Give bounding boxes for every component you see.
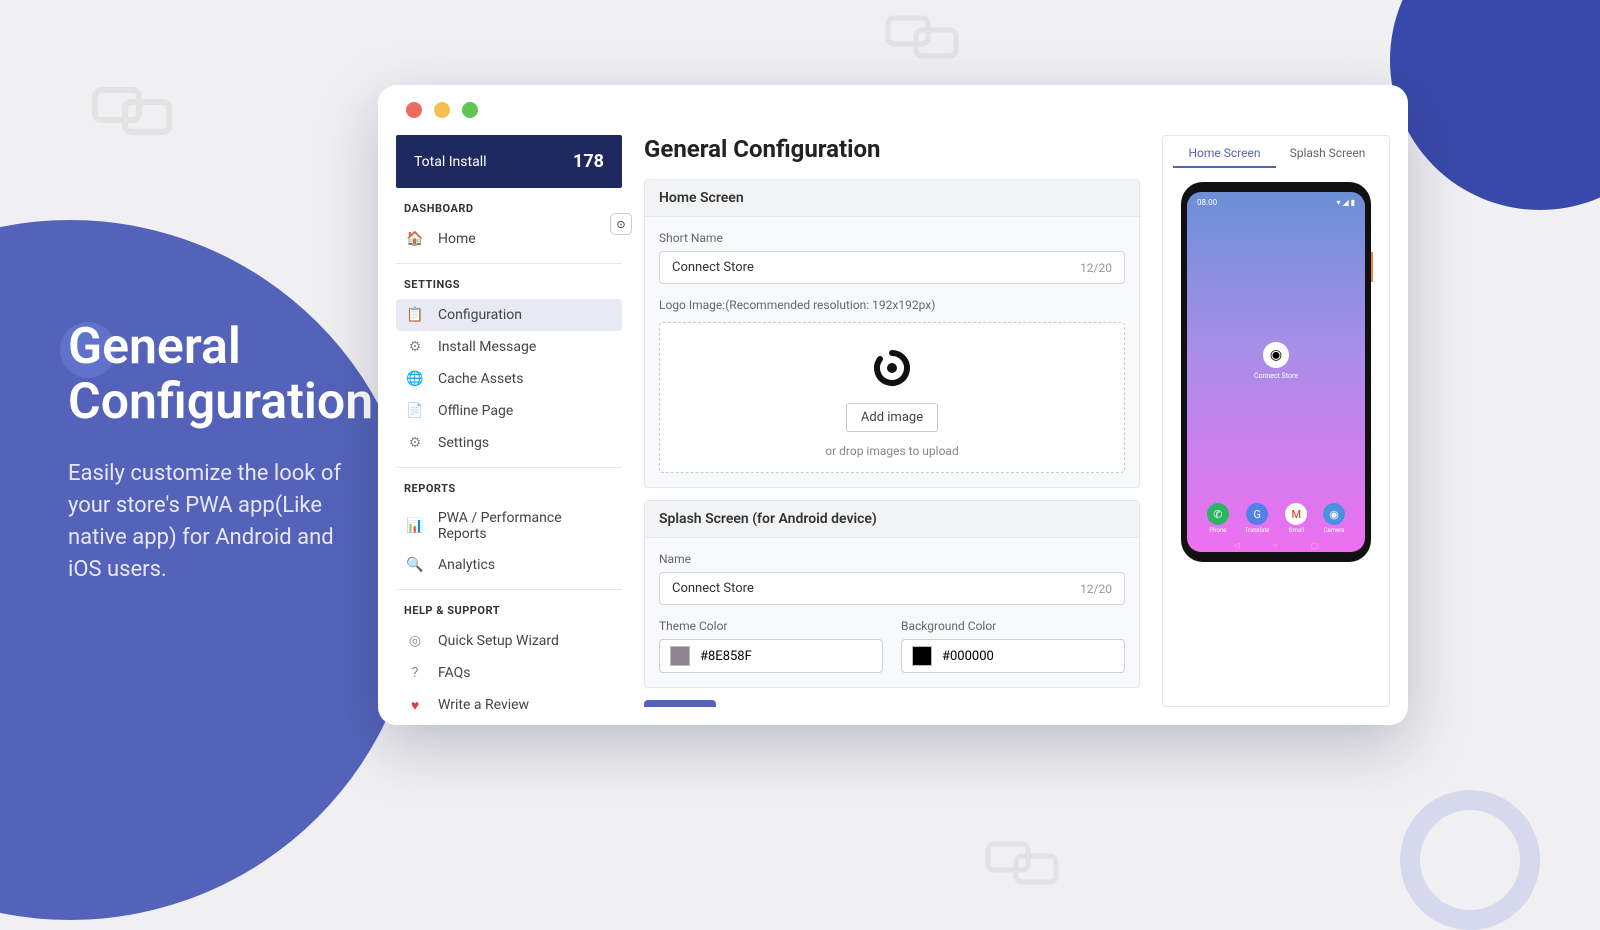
bg-color-input[interactable]: #000000	[901, 639, 1125, 673]
logo-label: Logo Image:(Recommended resolution: 192x…	[659, 298, 1125, 312]
name-counter: 12/20	[1080, 582, 1112, 596]
name-input[interactable]: Connect Store 12/20	[659, 572, 1125, 605]
close-dot[interactable]	[406, 102, 422, 118]
splash-screen-panel: Splash Screen (for Android device) Name …	[644, 500, 1140, 688]
phone-mockup: 08.00 ▾ ◢ ▮ ◉ Connect Store ✆Phone GTran…	[1181, 182, 1371, 562]
bg-color-label: Background Color	[901, 619, 1125, 633]
home-screen-panel: Home Screen Short Name Connect Store 12/…	[644, 179, 1140, 488]
save-button[interactable]: Save	[644, 700, 716, 707]
section-help: HELP & SUPPORT	[396, 604, 622, 625]
drop-hint: or drop images to upload	[660, 444, 1124, 458]
add-image-button[interactable]: Add image	[846, 403, 938, 432]
nav-quick-setup[interactable]: ◎ Quick Setup Wizard	[396, 625, 622, 657]
marketing-title: General Configuration	[68, 320, 373, 430]
settings-icon: ⚙	[406, 434, 424, 452]
analytics-icon: 🔍	[406, 556, 424, 574]
short-name-input[interactable]: Connect Store 12/20	[659, 251, 1125, 284]
name-label: Name	[659, 552, 1125, 566]
nav-cache-assets[interactable]: 🌐 Cache Assets	[396, 363, 622, 395]
main-content: General Configuration Home Screen Short …	[644, 135, 1140, 707]
gear-icon: ⚙	[406, 338, 424, 356]
tab-splash-screen[interactable]: Splash Screen	[1276, 146, 1379, 168]
install-count: 178	[573, 151, 604, 172]
android-navbar: ◁○▢	[1187, 538, 1365, 550]
question-icon: ?	[406, 664, 424, 682]
collapse-sidebar-button[interactable]: ⊙	[610, 213, 632, 235]
home-icon: 🏠	[406, 230, 424, 248]
nav-settings[interactable]: ⚙ Settings	[396, 427, 622, 459]
logo-dropzone[interactable]: Add image or drop images to upload	[659, 322, 1125, 473]
nav-offline-page[interactable]: 📄 Offline Page	[396, 395, 622, 427]
page-title: General Configuration	[644, 135, 1140, 163]
short-name-label: Short Name	[659, 231, 1125, 245]
phone-app-icon: ◉ Connect Store	[1254, 342, 1298, 380]
heart-icon: ♥	[406, 696, 424, 714]
preview-panel: Home Screen Splash Screen 08.00 ▾ ◢ ▮ ◉ …	[1162, 135, 1390, 707]
chart-icon: 📊	[406, 517, 424, 535]
config-icon: 📋	[406, 306, 424, 324]
bg-color-swatch	[912, 646, 932, 666]
maximize-dot[interactable]	[462, 102, 478, 118]
marketing-description: Easily customize the look of your store'…	[68, 458, 368, 586]
tab-home-screen[interactable]: Home Screen	[1173, 146, 1276, 168]
globe-icon: 🌐	[406, 370, 424, 388]
page-icon: 📄	[406, 402, 424, 420]
phone-dock: ✆Phone GTranslate MGmail ◉Camera	[1187, 503, 1365, 534]
wizard-icon: ◎	[406, 632, 424, 650]
nav-install-message[interactable]: ⚙ Install Message	[396, 331, 622, 363]
section-settings: SETTINGS	[396, 278, 622, 299]
panel-header-home: Home Screen	[645, 180, 1139, 217]
total-install-card: Total Install 178	[396, 135, 622, 188]
logo-preview-icon	[871, 347, 913, 389]
theme-color-label: Theme Color	[659, 619, 883, 633]
nav-analytics[interactable]: 🔍 Analytics	[396, 549, 622, 581]
theme-color-input[interactable]: #8E858F	[659, 639, 883, 673]
app-window: Total Install 178 ⊙ DASHBOARD 🏠 Home SET…	[378, 85, 1408, 725]
window-titlebar	[378, 85, 1408, 135]
marketing-panel: General Configuration Easily customize t…	[68, 320, 373, 586]
sidebar: Total Install 178 ⊙ DASHBOARD 🏠 Home SET…	[396, 135, 622, 707]
install-label: Total Install	[414, 154, 487, 170]
panel-header-splash: Splash Screen (for Android device)	[645, 501, 1139, 538]
nav-home[interactable]: 🏠 Home	[396, 223, 622, 255]
section-dashboard: DASHBOARD	[396, 202, 622, 223]
nav-configuration[interactable]: 📋 Configuration	[396, 299, 622, 331]
minimize-dot[interactable]	[434, 102, 450, 118]
nav-faqs[interactable]: ? FAQs	[396, 657, 622, 689]
theme-color-swatch	[670, 646, 690, 666]
section-reports: REPORTS	[396, 482, 622, 503]
nav-write-review[interactable]: ♥ Write a Review	[396, 689, 622, 721]
short-name-counter: 12/20	[1080, 261, 1112, 275]
phone-statusbar: 08.00 ▾ ◢ ▮	[1187, 192, 1365, 213]
nav-perf-reports[interactable]: 📊 PWA / Performance Reports	[396, 503, 622, 549]
